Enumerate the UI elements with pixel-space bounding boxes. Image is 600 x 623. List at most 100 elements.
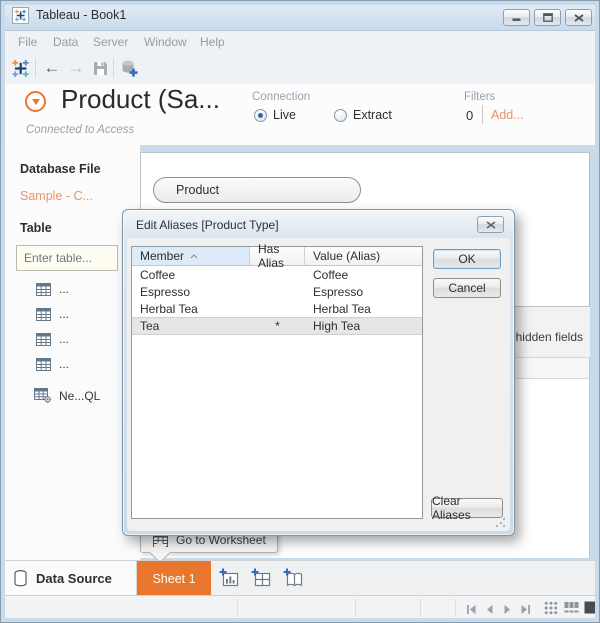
window-close-button[interactable]	[565, 9, 592, 26]
new-dashboard-button[interactable]	[249, 566, 274, 591]
data-source-tab-label: Data Source	[36, 571, 112, 586]
connection-status: Connected to Access	[26, 124, 135, 136]
clear-aliases-button[interactable]: Clear Aliases	[431, 494, 503, 522]
live-radio-label: Live	[273, 108, 296, 122]
tableau-logo-icon	[11, 59, 29, 77]
tab-data-source[interactable]: Data Source	[4, 561, 137, 596]
datasource-header: Product (Sa... Connection Live Extract F…	[4, 84, 596, 145]
toolbar-separator	[35, 58, 36, 78]
alias-row[interactable]: Herbal Tea Herbal Tea	[132, 300, 422, 317]
new-custom-sql-icon	[34, 388, 52, 403]
database-file-link[interactable]: Sample - C...	[20, 189, 93, 203]
previous-icon	[487, 605, 493, 614]
save-button[interactable]	[88, 56, 112, 80]
column-header-value[interactable]: Value (Alias)	[305, 247, 422, 265]
menu-window[interactable]: Window	[144, 35, 187, 49]
table-search-input[interactable]	[16, 245, 118, 271]
has-alias-cell: *	[275, 319, 280, 333]
new-data-source-button[interactable]	[117, 56, 141, 80]
status-separator	[237, 599, 238, 617]
database-file-heading: Database File	[20, 162, 101, 176]
table-pill[interactable]: Product	[153, 177, 361, 203]
new-worksheet-button[interactable]	[217, 566, 242, 591]
last-sheet-button[interactable]	[520, 602, 531, 620]
has-alias-header-label: Has Alias	[258, 242, 285, 270]
dialog-close-button[interactable]	[477, 216, 504, 233]
extract-radio[interactable]: Extract	[334, 108, 392, 122]
value-header-label: Value (Alias)	[313, 249, 381, 263]
dialog-body: Member Has Alias Value (Alias) Coffee Co…	[127, 238, 510, 531]
undo-button[interactable]: ←	[40, 56, 64, 80]
resize-grip[interactable]	[495, 517, 506, 528]
datasource-dropdown-button[interactable]	[25, 91, 46, 112]
full-view-icon	[584, 601, 597, 614]
window-minimize-button[interactable]	[503, 9, 530, 26]
sort-ascending-icon	[190, 253, 198, 258]
table-list-item[interactable]: ...	[36, 357, 69, 371]
save-icon	[93, 61, 107, 75]
live-radio[interactable]: Live	[254, 108, 296, 122]
previous-sheet-button[interactable]	[484, 602, 495, 620]
redo-button[interactable]: →	[64, 56, 88, 80]
value-cell[interactable]: Coffee	[305, 268, 422, 282]
new-worksheet-icon	[219, 568, 238, 586]
toolbar-separator	[113, 58, 114, 78]
close-icon	[573, 13, 584, 22]
value-cell[interactable]: Herbal Tea	[305, 302, 422, 316]
window-maximize-button[interactable]	[534, 9, 561, 26]
table-list-item[interactable]: ...	[36, 307, 69, 321]
minimize-icon	[512, 18, 521, 21]
new-story-button[interactable]	[281, 566, 306, 591]
member-cell: Coffee	[140, 267, 176, 282]
menu-help[interactable]: Help	[200, 35, 225, 49]
table-list-item[interactable]: ...	[36, 332, 69, 346]
member-cell: Herbal Tea	[140, 301, 198, 316]
new-custom-sql-label: Ne...QL	[59, 388, 101, 403]
show-tabs-button[interactable]	[584, 601, 597, 619]
add-filter-link[interactable]: Add...	[491, 108, 524, 122]
next-sheet-button[interactable]	[502, 602, 513, 620]
database-icon	[14, 570, 27, 587]
next-icon	[504, 605, 510, 614]
show-sheet-sorter-button[interactable]	[544, 601, 558, 620]
tableau-app-icon	[12, 7, 29, 24]
table-list-item[interactable]: ...	[36, 282, 69, 296]
status-separator	[420, 599, 421, 617]
new-dashboard-icon	[251, 568, 270, 586]
tableau-logo-icon	[14, 9, 27, 22]
radio-unselected-icon	[334, 108, 347, 122]
alias-row-selected[interactable]: Tea * High Tea	[132, 317, 422, 335]
table-icon	[36, 282, 51, 296]
tab-sheet-1[interactable]: Sheet 1	[137, 561, 211, 596]
menu-data[interactable]: Data	[53, 35, 78, 49]
first-sheet-button[interactable]	[466, 602, 477, 620]
alias-list-header: Member Has Alias Value (Alias)	[132, 242, 422, 270]
status-separator	[355, 599, 356, 617]
table-icon	[36, 357, 51, 371]
add-data-source-icon	[122, 60, 137, 77]
status-separator	[455, 599, 456, 617]
title-bar[interactable]: Tableau - Book1	[0, 0, 600, 31]
menu-file[interactable]: File	[18, 35, 37, 49]
menu-server[interactable]: Server	[93, 35, 128, 49]
extract-radio-label: Extract	[353, 108, 392, 122]
tableau-home-button[interactable]	[8, 56, 32, 80]
window-title: Tableau - Book1	[36, 8, 127, 22]
member-cell: Tea	[140, 319, 160, 333]
value-cell[interactable]: High Tea	[305, 319, 422, 333]
column-header-member[interactable]: Member	[132, 247, 250, 265]
alias-row[interactable]: Espresso Espresso	[132, 283, 422, 300]
status-bar	[4, 595, 597, 620]
filters-count: 0	[466, 108, 474, 123]
table-item-label: ...	[59, 332, 70, 346]
column-header-has-alias[interactable]: Has Alias	[250, 242, 305, 270]
cancel-button[interactable]: Cancel	[433, 278, 501, 298]
table-item-label: ...	[59, 357, 70, 371]
value-cell[interactable]: Espresso	[305, 285, 422, 299]
alias-list: Member Has Alias Value (Alias) Coffee Co…	[131, 242, 423, 519]
show-filmstrip-button[interactable]	[564, 601, 579, 620]
member-cell: Espresso	[140, 284, 191, 299]
ok-button[interactable]: OK	[433, 249, 501, 269]
left-pane: Database File Sample - C... Table ... ..…	[4, 145, 140, 560]
new-custom-sql-item[interactable]: Ne...QL	[34, 388, 100, 403]
